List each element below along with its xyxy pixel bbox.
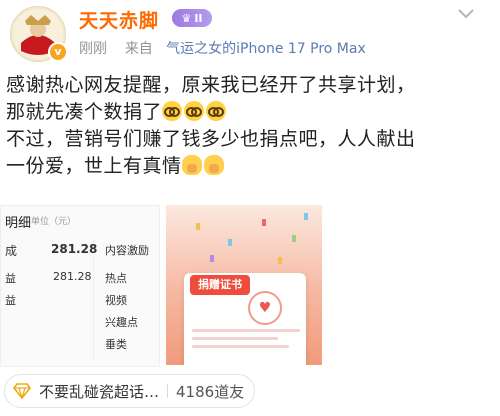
post-line: 那就先凑个数捐了	[6, 99, 494, 126]
source-device-link[interactable]: 气运之女的iPhone 17 Pro Max	[166, 41, 366, 57]
level-badge-label: II	[194, 11, 203, 25]
row-label: 益	[5, 294, 16, 307]
row-category: 兴趣点	[105, 316, 138, 329]
crown-icon: ♛	[181, 11, 192, 25]
diamond-icon	[13, 382, 31, 400]
confetti-piece	[196, 223, 200, 230]
table-row: 垂类	[1, 336, 159, 358]
confetti-piece	[228, 239, 232, 246]
table-row: 成 281.28 内容激励	[1, 242, 159, 264]
row-category: 视频	[105, 294, 127, 307]
earnings-screenshot[interactable]: 明细 单位（元） 成 281.28 内容激励 益 281.28 热点 益 视频 …	[0, 205, 160, 367]
confetti-piece	[304, 213, 308, 220]
post-meta: 刚刚 来自 气运之女的iPhone 17 Pro Max	[79, 38, 366, 58]
chevron-down-icon	[458, 9, 474, 19]
row-value: 281.28	[51, 242, 98, 256]
topic-chip[interactable]: 不要乱碰瓷超话… 4186道友	[4, 374, 256, 408]
level-badge: ♛ II	[172, 9, 212, 27]
topic-member-count: 4186道友	[176, 382, 245, 401]
donation-certificate-image[interactable]: 捐赠证书 ♥	[166, 205, 322, 365]
glasses-emoji-icon	[162, 101, 183, 121]
row-label: 成	[5, 244, 18, 258]
earnings-unit: 单位（元）	[31, 217, 77, 227]
post-line: 一份爱，世上有真情	[6, 153, 494, 180]
heart-seal-icon: ♥	[248, 291, 282, 325]
row-category: 内容激励	[105, 244, 149, 257]
divider	[167, 384, 169, 398]
confetti-piece	[292, 235, 296, 242]
pray-emoji-icon	[203, 155, 224, 175]
confetti-piece	[210, 255, 214, 262]
row-category: 垂类	[105, 338, 127, 351]
confetti-piece	[262, 219, 266, 226]
more-options-button[interactable]	[446, 2, 486, 26]
source-prefix: 来自	[124, 41, 153, 57]
row-label: 益	[5, 272, 16, 285]
post-header: v 天天赤脚 ♛ II 刚刚 来自 气运之女的iPhone 17 Pro Max	[0, 0, 500, 64]
verified-badge-icon: v	[48, 42, 68, 62]
row-value: 281.28	[53, 270, 92, 283]
confetti-piece	[278, 257, 282, 264]
table-row: 益 视频	[1, 292, 159, 314]
earnings-title: 明细	[5, 216, 32, 231]
topic-label: 不要乱碰瓷超话…	[39, 382, 160, 401]
row-category: 热点	[105, 272, 127, 285]
timestamp: 刚刚	[79, 41, 107, 57]
glasses-emoji-icon	[184, 101, 205, 121]
username[interactable]: 天天赤脚	[79, 6, 159, 33]
table-row: 益 281.28 热点	[1, 270, 159, 292]
post-line: 感谢热心网友提醒，原来我已经开了共享计划，	[6, 74, 416, 96]
post-text: 感谢热心网友提醒，原来我已经开了共享计划， 那就先凑个数捐了 不过，营销号们赚了…	[6, 72, 494, 180]
glasses-emoji-icon	[206, 101, 227, 121]
certificate-text-lines	[192, 329, 300, 353]
pray-emoji-icon	[181, 155, 202, 175]
certificate-title: 捐赠证书	[190, 275, 250, 295]
table-row: 兴趣点	[1, 314, 159, 336]
post-line: 不过，营销号们赚了钱多少也捐点吧，人人献出	[6, 128, 416, 150]
